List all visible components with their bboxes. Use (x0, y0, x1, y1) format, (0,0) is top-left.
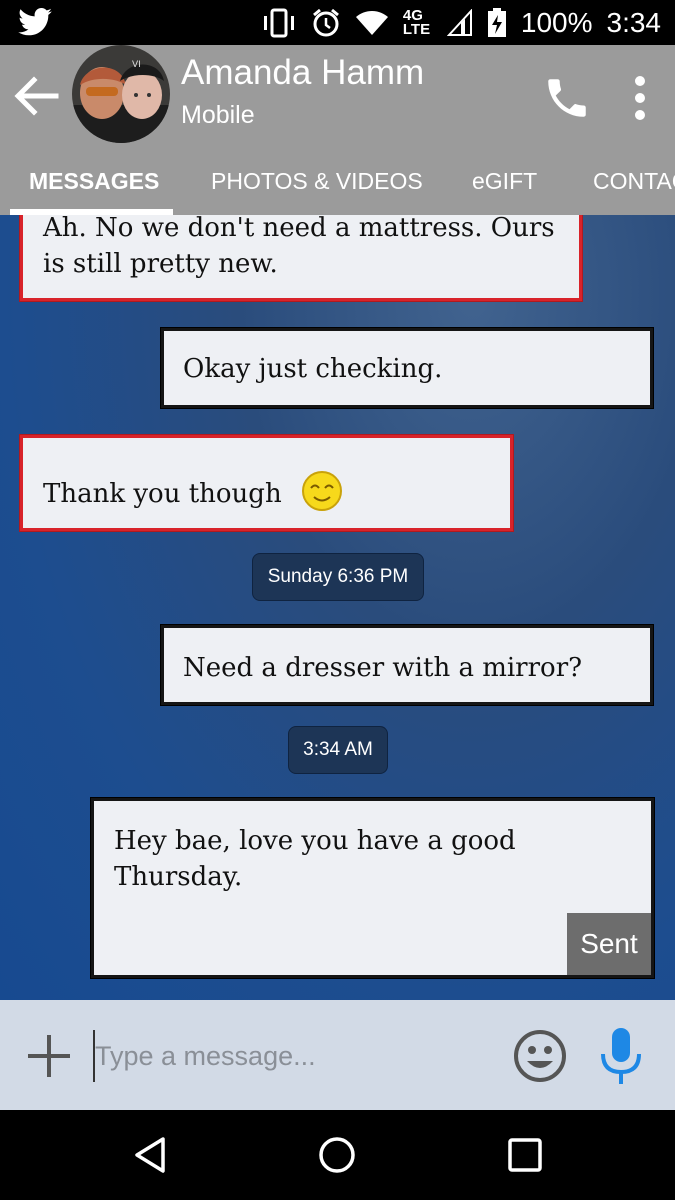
tab-egift[interactable]: eGIFT (472, 158, 537, 215)
smiling-face-icon (302, 471, 342, 511)
nav-recents-icon[interactable] (505, 1135, 545, 1175)
contact-name: Amanda Hamm (181, 53, 425, 92)
contact-type: Mobile (181, 101, 255, 129)
tab-messages[interactable]: MESSAGES (29, 158, 159, 215)
emoji-icon[interactable] (512, 1028, 568, 1084)
message-bubble-outgoing[interactable]: Need a dresser with a mirror? (161, 625, 653, 705)
back-arrow-icon[interactable] (10, 70, 62, 122)
clock: 3:34 (606, 6, 662, 38)
message-text: Hey bae, love you have a good (114, 826, 516, 856)
tab-photos-videos[interactable]: PHOTOS & VIDEOS (211, 158, 423, 215)
network-type: 4G LTE (402, 6, 431, 38)
signal-icon (446, 8, 472, 36)
svg-text:VI: VI (132, 60, 141, 70)
timestamp-divider: 3:34 AM (288, 726, 388, 774)
vibrate-icon (263, 8, 294, 37)
microphone-icon[interactable] (598, 1026, 644, 1086)
add-attachment-icon[interactable] (26, 1033, 72, 1079)
battery-level: 100% (520, 6, 593, 38)
message-text: Thank you though (43, 479, 282, 509)
alarm-icon (312, 8, 339, 36)
message-bubble-incoming[interactable]: Thank you though (20, 435, 513, 531)
tab-contact[interactable]: CONTACT (593, 158, 675, 215)
nav-back-icon[interactable] (131, 1135, 171, 1175)
nav-home-icon[interactable] (317, 1135, 357, 1175)
message-text: is still pretty new. (43, 249, 278, 279)
wifi-icon (355, 10, 388, 35)
app-bar: VI Amanda Hamm Mobile MESSAGES PHOTOS & … (0, 45, 675, 215)
sent-status-badge: Sent (567, 913, 651, 975)
composer-bar (0, 1000, 675, 1110)
timestamp-divider: Sunday 6:36 PM (252, 553, 424, 601)
system-nav-bar (0, 1110, 675, 1200)
tab-bar: MESSAGES PHOTOS & VIDEOS eGIFT CONTACT (0, 158, 675, 215)
status-bar: 4G LTE 100% 3:34 (0, 0, 675, 45)
twitter-icon (18, 8, 52, 36)
message-input[interactable] (93, 1030, 495, 1082)
more-vert-icon[interactable] (620, 73, 660, 123)
message-bubble-outgoing[interactable]: Okay just checking. (161, 328, 653, 408)
battery-charging-icon (487, 7, 506, 37)
message-text: Thursday. (114, 862, 243, 892)
message-bubble-incoming[interactable]: Ah. No we don't need a mattress. Ours is… (20, 215, 582, 301)
avatar[interactable]: VI (72, 45, 170, 143)
message-text: Need a dresser with a mirror? (183, 653, 583, 683)
phone-icon[interactable] (542, 73, 592, 123)
message-bubble-outgoing[interactable]: Hey bae, love you have a good Thursday. … (91, 798, 654, 978)
message-text: Okay just checking. (183, 354, 443, 384)
conversation-thread[interactable]: Ah. No we don't need a mattress. Ours is… (0, 215, 675, 1000)
message-text: Ah. No we don't need a mattress. Ours (43, 215, 555, 243)
